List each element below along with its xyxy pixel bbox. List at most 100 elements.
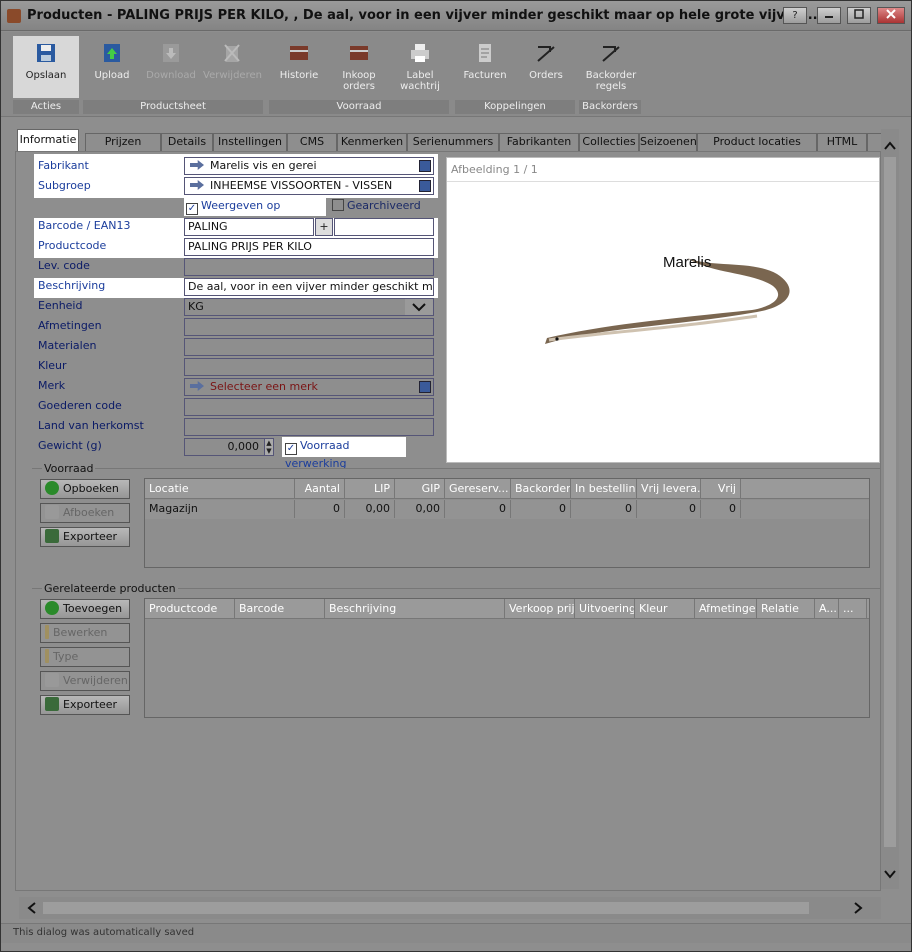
maximize-button[interactable] <box>847 7 871 24</box>
materialen-label: Materialen <box>38 339 97 352</box>
tab-prijzen[interactable]: Prijzen <box>85 133 161 151</box>
horizontal-scroll-thumb[interactable] <box>43 902 809 914</box>
col-afmetingen[interactable]: Afmetingen <box>695 599 757 618</box>
vertical-scrollbar[interactable] <box>881 129 899 889</box>
webshop-checkbox[interactable]: ✓Weergeven op webshop <box>184 198 326 229</box>
tab-serienummers[interactable]: Serienummers <box>407 133 499 151</box>
levcode-input[interactable] <box>184 258 434 276</box>
materialen-input[interactable] <box>184 338 434 356</box>
tab-informatie[interactable]: Informatie <box>17 129 79 151</box>
beschrijving-input[interactable]: De aal, voor in een vijver minder geschi… <box>184 278 434 296</box>
voorraad-table-header: Locatie Aantal LIP GIP Gereserv... Backo… <box>145 479 869 499</box>
gerelateerd-title: Gerelateerde producten <box>42 582 178 595</box>
kleur-input[interactable] <box>184 358 434 376</box>
col-backorder[interactable]: Backorder <box>511 479 571 498</box>
gerelateerd-export-button[interactable]: Exporteer <box>40 695 130 715</box>
add-icon <box>45 601 59 615</box>
col-vrij[interactable]: Vrij <box>701 479 741 498</box>
merk-field[interactable]: Selecteer een merk <box>184 378 434 396</box>
col-aantal[interactable]: Aantal <box>295 479 345 498</box>
col-in-bestelling[interactable]: In bestelling <box>571 479 637 498</box>
verwijderen-button[interactable]: Verwijderen <box>40 671 130 691</box>
scroll-down-icon[interactable] <box>884 869 896 879</box>
maximize-icon <box>854 9 864 19</box>
tab-kenmerken[interactable]: Kenmerken <box>337 133 407 151</box>
minimize-button[interactable] <box>817 7 841 24</box>
arrow-right-icon <box>190 180 204 190</box>
upload-button[interactable]: Upload <box>85 36 139 98</box>
printer-icon <box>411 44 429 62</box>
tab-cms[interactable]: CMS <box>287 133 337 151</box>
archived-checkbox[interactable]: Gearchiveerd <box>330 198 440 216</box>
col-barcode[interactable]: Barcode <box>235 599 325 618</box>
save-button[interactable]: Opslaan <box>13 36 79 98</box>
orders-button[interactable]: Orders <box>519 36 573 98</box>
fabrikant-value: Marelis vis en gerei <box>210 159 317 172</box>
subgroep-field[interactable]: INHEEMSE VISSOORTEN - VISSEN <box>184 177 434 195</box>
col-gereserveerd[interactable]: Gereserv... <box>445 479 511 498</box>
col-locatie[interactable]: Locatie <box>145 479 295 498</box>
tab-seizoenen[interactable]: Seizoenen <box>639 133 697 151</box>
download-button[interactable]: Download <box>143 36 199 98</box>
history-button[interactable]: Historie <box>271 36 327 98</box>
barcode-add-button[interactable]: + <box>315 218 333 236</box>
fabrikant-field[interactable]: Marelis vis en gerei <box>184 157 434 175</box>
open-link-icon[interactable] <box>419 180 431 192</box>
scroll-right-icon[interactable] <box>853 902 863 914</box>
purchase-orders-icon <box>350 46 368 60</box>
backorder-lines-button[interactable]: Backorder regels <box>581 36 641 98</box>
tab-details[interactable]: Details <box>161 133 213 151</box>
open-link-icon[interactable] <box>419 160 431 172</box>
eenheid-select[interactable]: KG <box>184 298 434 316</box>
bewerken-button[interactable]: Bewerken <box>40 623 130 643</box>
goederencode-input[interactable] <box>184 398 434 416</box>
tab-instellingen[interactable]: Instellingen <box>213 133 287 151</box>
gewicht-spinner[interactable]: ▲ ▼ <box>264 438 274 456</box>
herkomst-input[interactable] <box>184 418 434 436</box>
productcode-input[interactable]: PALING PRIJS PER KILO <box>184 238 434 256</box>
tab-fabrikanten[interactable]: Fabrikanten <box>499 133 579 151</box>
afboeken-label: Afboeken <box>63 506 115 519</box>
close-button[interactable] <box>877 7 905 24</box>
barcode-input[interactable]: PALING <box>184 218 314 236</box>
voorraad-export-button[interactable]: Exporteer <box>40 527 130 547</box>
col-beschrijving[interactable]: Beschrijving <box>325 599 505 618</box>
barcode-extra-input[interactable] <box>334 218 434 236</box>
help-button[interactable]: ? <box>783 7 807 24</box>
image-counter: Afbeelding 1 / 1 <box>447 158 879 182</box>
col-more[interactable]: ... <box>839 599 867 618</box>
col-gip[interactable]: GIP <box>395 479 445 498</box>
horizontal-scrollbar[interactable] <box>19 897 881 919</box>
scroll-up-icon[interactable] <box>884 141 896 151</box>
vertical-scroll-thumb[interactable] <box>884 157 896 847</box>
table-row[interactable]: Magazijn 0 0,00 0,00 0 0 0 0 0 <box>145 500 869 519</box>
scroll-left-icon[interactable] <box>27 902 37 914</box>
afmetingen-input[interactable] <box>184 318 434 336</box>
tab-product-locaties[interactable]: Product locaties <box>697 133 817 151</box>
afboeken-button[interactable]: Afboeken <box>40 503 130 523</box>
subgroep-label: Subgroep <box>38 178 91 194</box>
title-bar[interactable]: Producten - PALING PRIJS PER KILO, , De … <box>1 1 911 31</box>
type-button[interactable]: Type <box>40 647 130 667</box>
delete-button[interactable]: Verwijderen <box>203 36 262 98</box>
col-uitvoering[interactable]: Uitvoering <box>575 599 635 618</box>
col-vrij-leverbaar[interactable]: Vrij levera... <box>637 479 701 498</box>
gewicht-input[interactable]: 0,000 <box>184 438 274 456</box>
toevoegen-button[interactable]: Toevoegen <box>40 599 130 619</box>
label-queue-button[interactable]: Label wachtrij <box>393 36 447 98</box>
col-lip[interactable]: LIP <box>345 479 395 498</box>
tab-html[interactable]: HTML <box>817 133 867 151</box>
open-link-icon[interactable] <box>419 381 431 393</box>
invoices-button[interactable]: Facturen <box>457 36 513 98</box>
subgroep-value: INHEEMSE VISSOORTEN - VISSEN <box>210 179 393 192</box>
col-relatie[interactable]: Relatie <box>757 599 815 618</box>
col-kleur[interactable]: Kleur <box>635 599 695 618</box>
voorraad-verwerking-checkbox[interactable]: ✓ Voorraad verwerking <box>282 437 406 470</box>
col-verkoop-prijs[interactable]: Verkoop prijs <box>505 599 575 618</box>
opboeken-label: Opboeken <box>63 482 119 495</box>
tab-collecties[interactable]: Collecties <box>579 133 639 151</box>
opboeken-button[interactable]: Opboeken <box>40 479 130 499</box>
purchase-orders-button[interactable]: Inkoop orders <box>331 36 387 98</box>
col-productcode[interactable]: Productcode <box>145 599 235 618</box>
col-a[interactable]: A... <box>815 599 839 618</box>
